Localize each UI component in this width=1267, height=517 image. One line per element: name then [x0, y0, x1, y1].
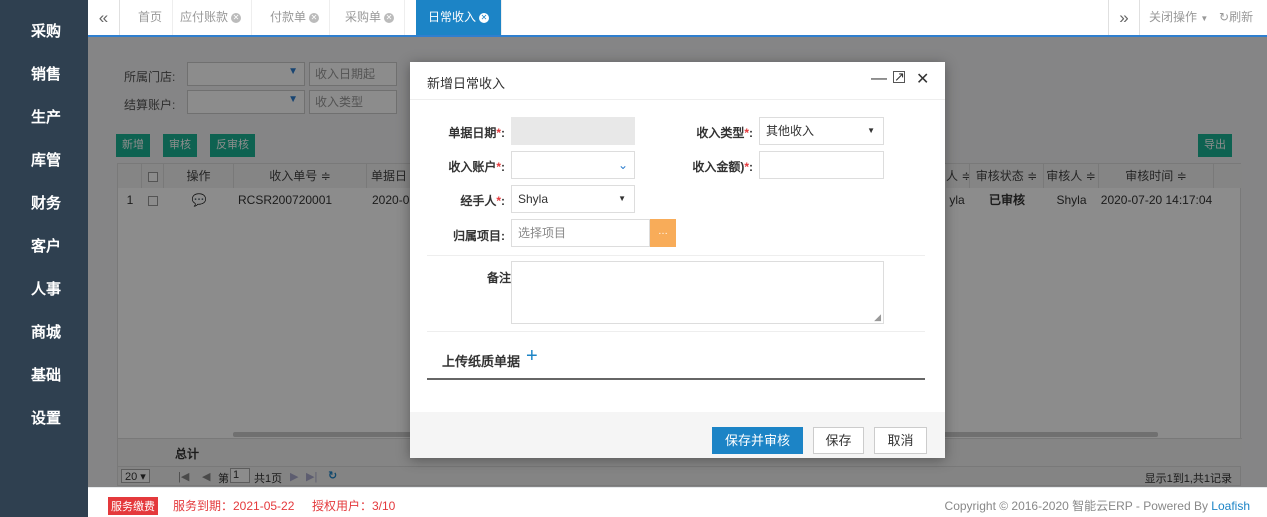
close-icon[interactable]: ✕ [916, 69, 929, 89]
handler-label-text: 经手人 [460, 194, 497, 208]
sidebar-item-basic[interactable]: 基础 [0, 354, 88, 397]
modal-title: 新增日常收入 [427, 76, 506, 91]
handler-label: 经手人*: [460, 194, 505, 208]
remark-label: 备注: [487, 271, 515, 285]
required-mark: * [744, 126, 749, 140]
tab-label: 采购单 [345, 10, 382, 24]
tab-home[interactable]: 首页 [128, 0, 174, 35]
tab-scroll-left-icon[interactable]: « [88, 0, 120, 35]
modal-header: 新增日常收入 — ↗ ✕ [410, 62, 945, 100]
date-label: 单据日期*: [448, 126, 505, 140]
sidebar-item-purchase[interactable]: 采购 [0, 10, 88, 53]
upload-label: 上传纸质单据 [442, 354, 521, 369]
sidebar-item-hr[interactable]: 人事 [0, 268, 88, 311]
income-type-value: 其他收入 [766, 124, 815, 138]
amount-label-text: 收入金额) [692, 160, 745, 174]
required-mark: * [496, 160, 501, 174]
close-operations-menu[interactable]: 关闭操作 ▼ [1149, 0, 1208, 35]
footer: 服务缴费 服务到期：2021-05-22 授权用户：3/10 Copyright… [88, 487, 1267, 517]
date-label-text: 单据日期 [448, 126, 497, 140]
sidebar-item-finance[interactable]: 财务 [0, 182, 88, 225]
sidebar-item-customer[interactable]: 客户 [0, 225, 88, 268]
copyright: Copyright © 2016-2020 智能云ERP - Powered B… [945, 497, 1250, 514]
tab-label: 付款单 [270, 10, 307, 24]
sidebar: 采购 销售 生产 库管 财务 客户 人事 商城 基础 设置 [0, 0, 88, 517]
tab-purchase-order[interactable]: 采购单 ✕ [335, 0, 406, 35]
project-label: 归属项目: [452, 229, 505, 243]
cancel-button[interactable]: 取消 [874, 427, 927, 454]
project-label-text: 归属项目 [452, 229, 501, 243]
project-input[interactable]: 选择项目 [511, 219, 650, 247]
save-button[interactable]: 保存 [813, 427, 864, 454]
tab-daily-income[interactable]: 日常收入 ✕ [416, 0, 503, 35]
service-payment-badge[interactable]: 服务缴费 [108, 497, 158, 515]
refresh-icon: ↻ [1219, 10, 1230, 24]
required-mark: * [496, 194, 501, 208]
caret-down-icon: ▼ [867, 126, 875, 135]
sidebar-item-inventory[interactable]: 库管 [0, 139, 88, 182]
close-icon[interactable]: ✕ [479, 12, 490, 23]
tab-scroll-right-icon[interactable]: » [1108, 0, 1140, 35]
tab-accounts-payable[interactable]: 应付账款 ✕ [170, 0, 253, 35]
maximize-icon[interactable]: ↗ [893, 70, 905, 83]
date-input[interactable] [511, 117, 635, 145]
minimize-icon[interactable]: — [871, 70, 887, 88]
account-label: 收入账户*: [448, 160, 505, 174]
sidebar-item-mall[interactable]: 商城 [0, 311, 88, 354]
account-select[interactable]: ⌄ [511, 151, 635, 179]
amount-input[interactable] [759, 151, 884, 179]
caret-down-icon: ▼ [1200, 14, 1209, 23]
divider [427, 255, 925, 256]
account-label-text: 收入账户 [448, 160, 497, 174]
tab-label: 日常收入 [428, 10, 477, 24]
income-type-select[interactable]: 其他收入 ▼ [759, 117, 884, 145]
refresh-label: 刷新 [1229, 10, 1254, 24]
licensed-users: 授权用户：3/10 [312, 499, 396, 513]
tab-payment[interactable]: 付款单 ✕ [260, 0, 331, 35]
required-mark: * [744, 160, 749, 174]
close-operations-label: 关闭操作 [1149, 10, 1198, 24]
resize-handle-icon[interactable]: ◢ [874, 312, 881, 323]
upload-add-icon[interactable]: + [526, 344, 538, 368]
modal-footer [410, 412, 945, 458]
divider [427, 331, 925, 332]
tab-bar: « 首页 应付账款 ✕ 付款单 ✕ 采购单 ✕ 日常收入 ✕ » 关闭操作 ▼ ↻刷新 [88, 0, 1267, 37]
handler-select[interactable]: Shyla ▼ [511, 185, 635, 213]
required-mark: * [496, 126, 501, 140]
tab-label: 应付账款 [180, 10, 229, 24]
close-icon[interactable]: ✕ [309, 12, 320, 23]
caret-down-icon: ▼ [618, 194, 626, 203]
close-icon[interactable]: ✕ [231, 12, 242, 23]
close-icon[interactable]: ✕ [384, 12, 395, 23]
add-income-modal: 新增日常收入 — ↗ ✕ 单据日期*: 收入类型*: 其他收入 ▼ 收入账户*: … [410, 62, 945, 458]
remark-textarea[interactable]: ◢ [511, 261, 884, 324]
tab-label: 首页 [138, 10, 163, 24]
refresh-button[interactable]: ↻刷新 [1219, 0, 1253, 35]
sidebar-item-sales[interactable]: 销售 [0, 53, 88, 96]
project-picker-button[interactable]: … [650, 219, 676, 247]
amount-label: 收入金额)*: [692, 160, 753, 174]
sidebar-item-production[interactable]: 生产 [0, 96, 88, 139]
save-and-audit-button[interactable]: 保存并审核 [712, 427, 803, 454]
income-type-label: 收入类型*: [696, 126, 753, 140]
service-expiry: 服务到期：2021-05-22 [173, 499, 295, 513]
income-type-label-text: 收入类型 [696, 126, 745, 140]
sidebar-item-settings[interactable]: 设置 [0, 397, 88, 440]
upload-divider [427, 378, 925, 380]
chevron-down-icon: ⌄ [617, 158, 628, 172]
copyright-text: Copyright © 2016-2020 智能云ERP - Powered B… [944, 499, 1212, 513]
handler-value: Shyla [518, 192, 549, 206]
brand-link[interactable]: Loafish [1211, 499, 1250, 513]
